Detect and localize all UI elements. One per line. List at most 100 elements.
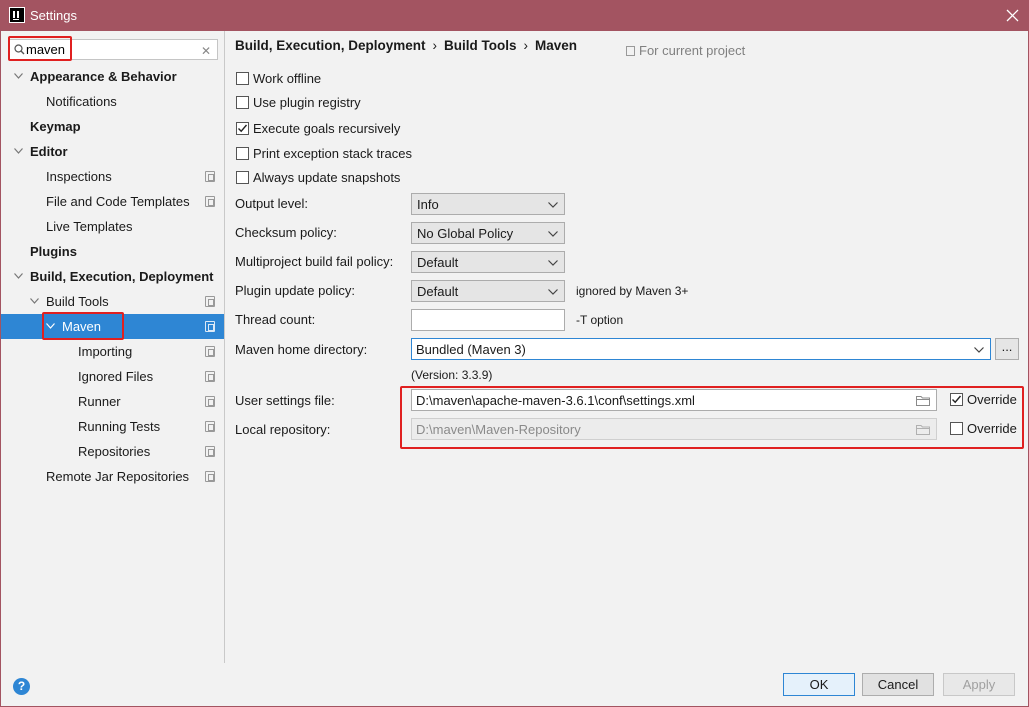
ok-button[interactable]: OK bbox=[783, 673, 855, 696]
output-level-select[interactable]: Info bbox=[411, 193, 565, 215]
apply-button[interactable]: Apply bbox=[943, 673, 1015, 696]
breadcrumb-separator: › bbox=[523, 38, 529, 53]
print-exception-stack-traces-checkbox[interactable] bbox=[236, 147, 249, 160]
plugin-update-policy-label: Plugin update policy: bbox=[235, 283, 355, 298]
sidebar-item-label: Running Tests bbox=[78, 419, 161, 434]
sidebar-item-live-templates[interactable]: Live Templates bbox=[1, 214, 224, 239]
sidebar-item-notifications[interactable]: Notifications bbox=[1, 89, 224, 114]
sidebar-item-ignored-files[interactable]: Ignored Files bbox=[1, 364, 224, 389]
execute-goals-recursively-label: Execute goals recursively bbox=[253, 121, 401, 136]
maven-home-browse-button[interactable]: ... bbox=[995, 338, 1019, 360]
breadcrumb-item: Build, Execution, Deployment bbox=[235, 38, 426, 53]
project-scope-icon bbox=[205, 171, 215, 182]
sidebar-item-running-tests[interactable]: Running Tests bbox=[1, 414, 224, 439]
breadcrumb: Build, Execution, Deployment › Build Tools… bbox=[235, 38, 577, 53]
sidebar-item-label: Remote Jar Repositories bbox=[46, 469, 190, 484]
local-repository-override-checkbox[interactable] bbox=[950, 422, 963, 435]
use-plugin-registry-checkbox[interactable] bbox=[236, 96, 249, 109]
work-offline-label: Work offline bbox=[253, 71, 322, 86]
maven-home-label: Maven home directory: bbox=[235, 342, 368, 357]
sidebar-item-appearance-behavior[interactable]: Appearance & Behavior bbox=[1, 64, 224, 89]
checksum-policy-select[interactable]: No Global Policy bbox=[411, 222, 565, 244]
print-exception-stack-traces-label: Print exception stack traces bbox=[253, 146, 412, 161]
checksum-policy-label: Checksum policy: bbox=[235, 225, 337, 240]
checkmark-icon bbox=[952, 395, 962, 404]
clear-search-icon[interactable]: ✕ bbox=[201, 44, 211, 58]
multiproject-fail-policy-label: Multiproject build fail policy: bbox=[235, 254, 394, 269]
multiproject-fail-policy-select[interactable]: Default bbox=[411, 251, 565, 273]
folder-icon[interactable] bbox=[916, 395, 930, 406]
sidebar-item-build-execution-deployment[interactable]: Build, Execution, Deployment bbox=[1, 264, 224, 289]
settings-search-field[interactable]: ✕ bbox=[9, 39, 218, 60]
multiproject-fail-policy-value: Default bbox=[417, 255, 459, 270]
always-update-snapshots-label: Always update snapshots bbox=[253, 170, 401, 185]
sidebar-item-inspections[interactable]: Inspections bbox=[1, 164, 224, 189]
cancel-button[interactable]: Cancel bbox=[862, 673, 934, 696]
chevron-down-icon bbox=[46, 323, 55, 329]
sidebar-item-label: Live Templates bbox=[46, 219, 133, 234]
execute-goals-recursively-checkbox[interactable] bbox=[236, 122, 249, 135]
local-repository-label: Local repository: bbox=[235, 422, 331, 437]
sidebar-item-keymap[interactable]: Keymap bbox=[1, 114, 224, 139]
sidebar-item-remote-jar-repositories[interactable]: Remote Jar Repositories bbox=[1, 464, 224, 489]
checksum-policy-value: No Global Policy bbox=[417, 226, 514, 241]
sidebar-item-label: Appearance & Behavior bbox=[30, 69, 177, 84]
chevron-down-icon bbox=[30, 298, 39, 304]
project-scope-icon bbox=[205, 321, 215, 332]
sidebar-item-repositories[interactable]: Repositories bbox=[1, 439, 224, 464]
breadcrumb-item: Build Tools bbox=[444, 38, 517, 53]
output-level-label: Output level: bbox=[235, 196, 308, 211]
plugin-update-policy-value: Default bbox=[417, 284, 459, 299]
maven-home-combobox[interactable]: Bundled (Maven 3) bbox=[411, 338, 991, 360]
plugin-update-policy-select[interactable]: Default bbox=[411, 280, 565, 302]
sidebar-item-file-code-templates[interactable]: File and Code Templates bbox=[1, 189, 224, 214]
project-scope-icon bbox=[205, 346, 215, 357]
chevron-down-icon bbox=[14, 148, 23, 154]
sidebar-item-editor[interactable]: Editor bbox=[1, 139, 224, 164]
project-scope-icon bbox=[205, 196, 215, 207]
thread-count-input[interactable] bbox=[411, 309, 565, 331]
sidebar-item-build-tools[interactable]: Build Tools bbox=[1, 289, 224, 314]
chevron-down-icon bbox=[548, 289, 558, 295]
settings-sidebar: ✕ Appearance & Behavior Notifications Ke… bbox=[1, 31, 225, 663]
chevron-down-icon bbox=[548, 260, 558, 266]
window-title: Settings bbox=[30, 8, 77, 23]
help-button[interactable]: ? bbox=[13, 678, 30, 695]
project-scope-icon bbox=[205, 396, 215, 407]
project-scope-icon bbox=[205, 296, 215, 307]
project-scope-icon bbox=[205, 446, 215, 457]
user-settings-file-label: User settings file: bbox=[235, 393, 335, 408]
search-icon bbox=[14, 44, 25, 55]
search-input[interactable] bbox=[26, 41, 196, 58]
chevron-down-icon bbox=[548, 202, 558, 208]
breadcrumb-item: Maven bbox=[535, 38, 578, 53]
sidebar-item-importing[interactable]: Importing bbox=[1, 339, 224, 364]
sidebar-item-label: Maven bbox=[62, 319, 102, 334]
project-scope-icon bbox=[205, 471, 215, 482]
chevron-down-icon bbox=[974, 347, 984, 353]
for-current-project-label: For current project bbox=[626, 43, 745, 58]
chevron-down-icon bbox=[548, 231, 558, 237]
sidebar-item-label: Keymap bbox=[30, 119, 81, 134]
work-offline-checkbox[interactable] bbox=[236, 72, 249, 85]
local-repository-value: D:\maven\Maven-Repository bbox=[416, 422, 581, 437]
sidebar-item-label: Build, Execution, Deployment bbox=[30, 269, 214, 284]
sidebar-item-label: File and Code Templates bbox=[46, 194, 190, 209]
thread-count-hint: -T option bbox=[576, 313, 624, 327]
plugin-update-policy-hint: ignored by Maven 3+ bbox=[576, 284, 689, 298]
sidebar-item-maven[interactable]: Maven bbox=[1, 314, 224, 339]
sidebar-item-label: Repositories bbox=[78, 444, 151, 459]
project-scope-icon bbox=[626, 46, 635, 56]
always-update-snapshots-checkbox[interactable] bbox=[236, 171, 249, 184]
sidebar-item-runner[interactable]: Runner bbox=[1, 389, 224, 414]
close-icon bbox=[1006, 9, 1019, 22]
user-settings-file-input[interactable]: D:\maven\apache-maven-3.6.1\conf\setting… bbox=[411, 389, 937, 411]
sidebar-item-label: Ignored Files bbox=[78, 369, 154, 384]
user-settings-override-checkbox[interactable] bbox=[950, 393, 963, 406]
title-bar: Settings bbox=[0, 0, 1029, 31]
window-close-button[interactable] bbox=[997, 0, 1029, 31]
sidebar-item-plugins[interactable]: Plugins bbox=[1, 239, 224, 264]
folder-icon bbox=[916, 425, 930, 435]
sidebar-item-label: Editor bbox=[30, 144, 68, 159]
user-settings-file-value: D:\maven\apache-maven-3.6.1\conf\setting… bbox=[416, 393, 695, 408]
